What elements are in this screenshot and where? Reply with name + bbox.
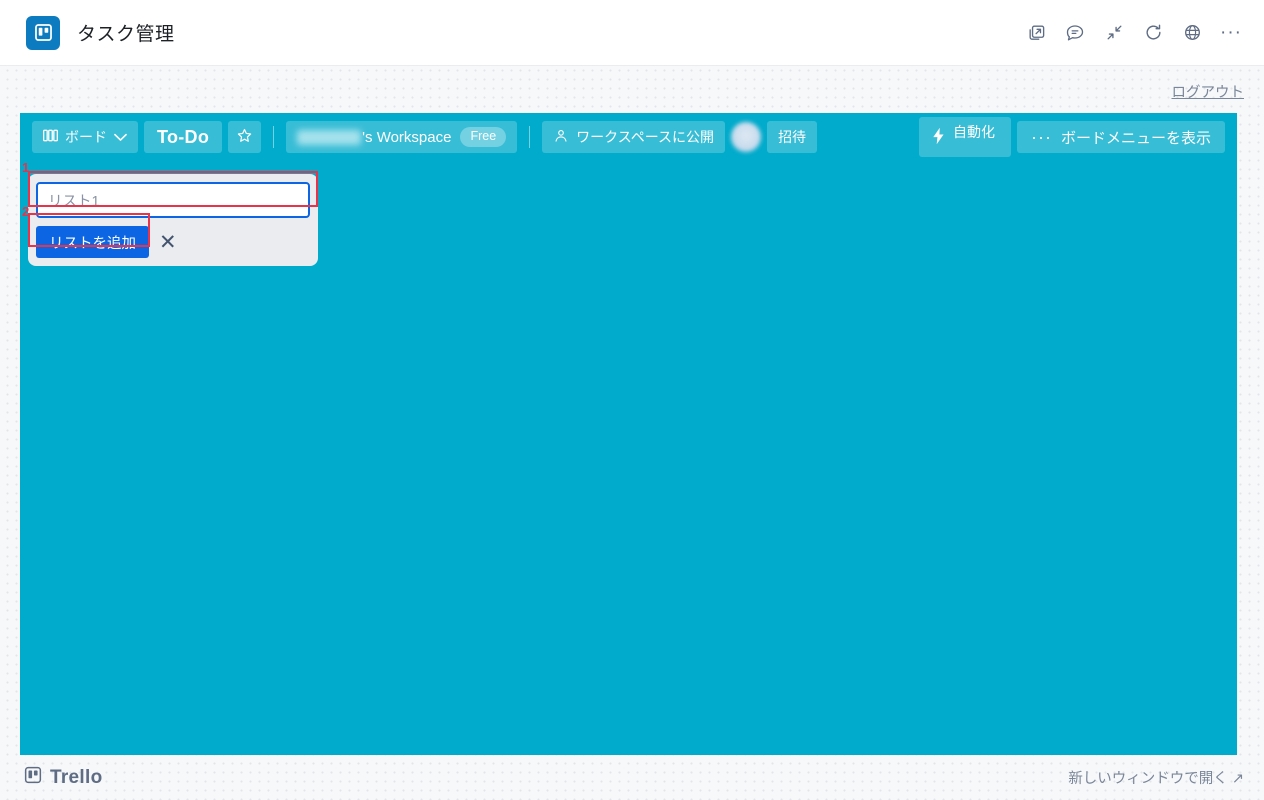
trello-board-frame: ボード To-Do 's Workspace Free ワークスペースに公開 招… — [20, 113, 1237, 755]
footer-brand[interactable]: Trello — [24, 766, 102, 790]
automation-button[interactable]: 自動化 — [919, 117, 1011, 157]
trello-board-icon — [24, 766, 42, 790]
header-actions: ··· — [1025, 22, 1242, 44]
boards-button[interactable]: ボード — [32, 121, 138, 153]
app-window: タスク管理 ··· ログアウト ボード To-Do 's Workspace F… — [0, 0, 1264, 800]
globe-icon[interactable] — [1181, 22, 1203, 44]
header-divider — [273, 126, 275, 148]
app-footer: Trello 新しいウィンドウで開く ↗ — [0, 755, 1264, 800]
annotation-number-1: 1 — [22, 160, 30, 175]
workspace-plan-badge: Free — [460, 127, 507, 147]
member-avatar[interactable] — [731, 122, 762, 152]
account-bar: ログアウト — [0, 66, 1264, 113]
board-visibility-label: ワークスペースに公開 — [576, 129, 715, 145]
board-name[interactable]: To-Do — [144, 121, 223, 153]
workspace-name-redacted — [297, 129, 362, 145]
chevron-down-icon — [114, 129, 127, 145]
board-visibility-button[interactable]: ワークスペースに公開 — [542, 121, 726, 153]
app-logo-icon — [26, 15, 60, 50]
header-divider-2 — [529, 126, 531, 148]
ellipsis-icon: ··· — [1031, 127, 1052, 147]
add-list-button[interactable]: リストを追加 — [36, 226, 149, 258]
boards-button-label: ボード — [65, 129, 107, 145]
star-board-button[interactable] — [228, 121, 262, 153]
add-list-composer: リストを追加 ✕ — [28, 174, 318, 266]
page-title: タスク管理 — [77, 24, 175, 45]
invite-button[interactable]: 招待 — [767, 121, 818, 153]
more-options-icon[interactable]: ··· — [1220, 22, 1242, 44]
open-external-icon[interactable] — [1025, 22, 1047, 44]
app-header: タスク管理 ··· — [0, 0, 1264, 66]
close-icon[interactable]: ✕ — [159, 232, 177, 253]
logout-link[interactable]: ログアウト — [1172, 81, 1245, 102]
board-grid-icon — [43, 129, 58, 145]
board-menu-button[interactable]: ··· ボードメニューを表示 — [1017, 121, 1225, 153]
lightning-bolt-icon — [931, 127, 946, 148]
refresh-icon[interactable] — [1142, 22, 1164, 44]
workspace-button[interactable]: 's Workspace Free — [286, 121, 518, 153]
open-new-window-link[interactable]: 新しいウィンドウで開く ↗ — [1068, 767, 1244, 788]
automation-label: 自動化 — [953, 124, 995, 140]
workspace-visibility-icon — [553, 128, 569, 147]
star-icon — [236, 127, 253, 147]
composer-actions: リストを追加 ✕ — [36, 226, 310, 258]
invite-label: 招待 — [778, 129, 807, 145]
list-name-input[interactable] — [36, 182, 310, 218]
comment-icon[interactable] — [1064, 22, 1086, 44]
composer-panel: リストを追加 ✕ — [28, 174, 318, 266]
board-header: ボード To-Do 's Workspace Free ワークスペースに公開 招… — [20, 113, 1237, 161]
workspace-name: 's Workspace — [297, 129, 451, 146]
annotation-number-2: 2 — [22, 204, 30, 219]
footer-brand-label: Trello — [50, 766, 103, 788]
workspace-name-suffix: 's Workspace — [362, 128, 452, 146]
board-menu-label: ボードメニューを表示 — [1060, 129, 1211, 147]
collapse-icon[interactable] — [1103, 22, 1125, 44]
